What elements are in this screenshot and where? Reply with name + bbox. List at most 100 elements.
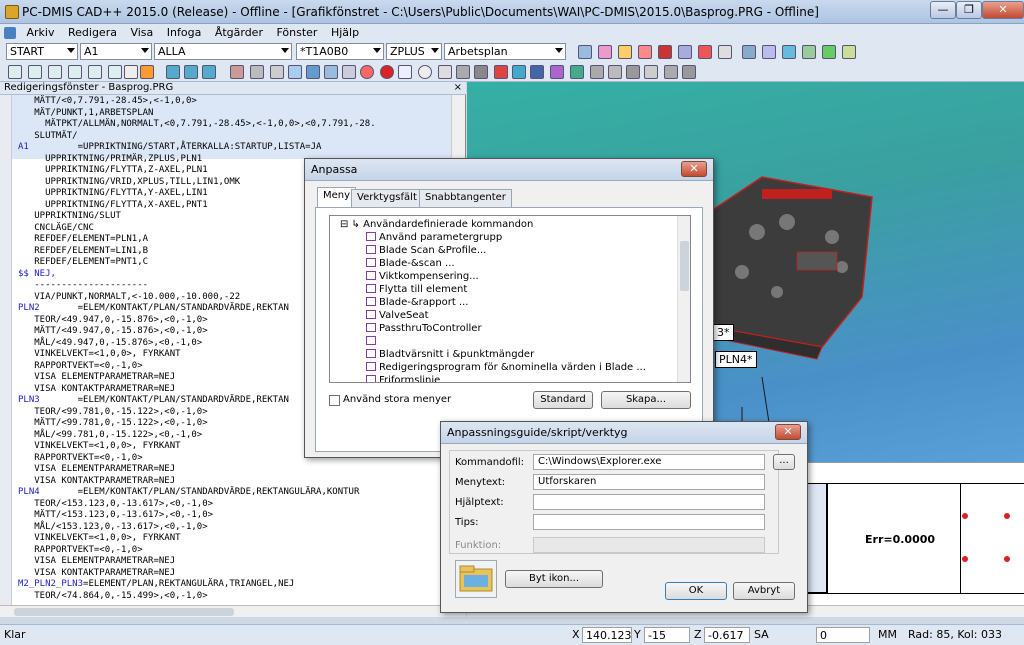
zoom-window-icon[interactable] [324, 65, 338, 79]
report-icon[interactable] [578, 45, 592, 59]
kommandofil-field[interactable]: C:\Windows\Explorer.exe [533, 454, 765, 470]
tool5-icon[interactable] [664, 65, 678, 79]
guide-close-button[interactable]: ✕ [775, 424, 801, 440]
tree-scrollbar[interactable] [677, 216, 690, 382]
tool3-icon[interactable] [626, 65, 640, 79]
menu-fonster[interactable]: Fönster [271, 24, 322, 41]
tree-item[interactable]: Bladtvärsnitt i &punktmängder [366, 349, 534, 360]
menu-hjalp[interactable]: Hjälp [326, 24, 364, 41]
tips-field[interactable] [533, 514, 765, 530]
view3-icon[interactable] [202, 65, 216, 79]
menytext-field[interactable]: Utforskaren [533, 474, 765, 490]
pan-icon[interactable] [438, 65, 452, 79]
layer3-icon[interactable] [550, 65, 564, 79]
pencil-icon[interactable] [456, 65, 470, 79]
tab-verktygsfalt[interactable]: Verktygsfält [351, 189, 423, 207]
restore-button[interactable]: ❐ [956, 1, 982, 19]
tool1-icon[interactable] [590, 65, 604, 79]
tree-item[interactable]: Använd parametergrupp [366, 232, 502, 243]
layout-icon[interactable] [802, 45, 816, 59]
change-icon-button[interactable]: Byt ikon... [505, 570, 603, 588]
menu-atgarder[interactable]: Åtgärder [210, 24, 268, 41]
app-menu-icon[interactable] [4, 27, 16, 39]
menu-arkiv[interactable]: Arkiv [22, 24, 60, 41]
tools-icon[interactable] [718, 45, 732, 59]
cube-bottom-icon[interactable] [108, 65, 122, 79]
solid-icon[interactable] [250, 65, 264, 79]
cube-left-icon[interactable] [48, 65, 62, 79]
fit-icon[interactable] [342, 65, 356, 79]
cube-front-icon[interactable] [8, 65, 22, 79]
wire-icon[interactable] [270, 65, 284, 79]
layer2-icon[interactable] [530, 65, 544, 79]
probe-icon[interactable] [638, 45, 652, 59]
tool6-icon[interactable] [682, 65, 696, 79]
layers-icon[interactable] [570, 65, 584, 79]
move-icon[interactable] [398, 65, 412, 79]
settings-icon[interactable] [698, 45, 712, 59]
target-icon[interactable] [360, 65, 374, 79]
editor-scroll-thumb[interactable] [14, 608, 234, 616]
graph-icon[interactable] [762, 45, 776, 59]
view2-icon[interactable] [184, 65, 198, 79]
large-menus-checkbox[interactable] [329, 395, 340, 406]
close-button[interactable]: ✕ [982, 1, 1024, 19]
tool4-icon[interactable] [644, 65, 658, 79]
start-combo[interactable]: START [6, 43, 78, 60]
table-icon[interactable] [618, 45, 632, 59]
record-icon[interactable] [380, 65, 394, 79]
browse-button[interactable]: ... [773, 454, 795, 470]
editor-close-icon[interactable]: × [454, 82, 462, 94]
anpassa-close-button[interactable]: ✕ [681, 161, 707, 177]
cube-iso-icon[interactable] [124, 65, 138, 79]
tree-item[interactable]: Blade Scan &Profile... [366, 245, 486, 256]
layer1-icon[interactable] [512, 65, 526, 79]
graphic-icon[interactable] [598, 45, 612, 59]
tree-item[interactable]: Flytta till element [366, 284, 467, 295]
probe-mode-icon[interactable] [140, 65, 154, 79]
tree-scroll-thumb[interactable] [680, 241, 689, 291]
tree-item[interactable]: PassthruToController [366, 323, 482, 334]
alignment-combo[interactable]: A1 [80, 43, 152, 60]
standard-button[interactable]: Standard [533, 391, 593, 409]
skapa-button[interactable]: Skapa... [601, 391, 691, 409]
tree-item[interactable]: Viktkompensering... [366, 271, 479, 282]
window-icon[interactable] [782, 45, 796, 59]
tool2-icon[interactable] [608, 65, 622, 79]
tree-item[interactable]: Blade-&scan ... [366, 258, 455, 269]
hjalptext-field[interactable] [533, 494, 765, 510]
ok-button[interactable]: OK [665, 582, 727, 600]
rotate-icon[interactable] [418, 65, 432, 79]
line-icon[interactable] [494, 65, 508, 79]
menu-infoga[interactable]: Infoga [162, 24, 207, 41]
tree-root[interactable]: ⊟ ↳ Användardefinierade kommandon [340, 219, 533, 230]
tree-item[interactable]: Blade-&rapport ... [366, 297, 468, 308]
cancel-button[interactable]: Avbryt [733, 582, 795, 600]
grid-icon[interactable] [822, 45, 836, 59]
network-icon[interactable] [742, 45, 756, 59]
tree-item[interactable] [366, 336, 379, 347]
minimize-button[interactable]: — [930, 1, 956, 19]
cube-top-icon[interactable] [88, 65, 102, 79]
folder-icon[interactable] [842, 45, 856, 59]
workplane-dir-combo[interactable]: ZPLUS [386, 43, 442, 60]
workplane-combo[interactable]: Arbetsplan [444, 43, 566, 60]
scale-icon[interactable] [288, 65, 302, 79]
program-mode-icon[interactable] [230, 65, 244, 79]
view1-icon[interactable] [166, 65, 180, 79]
flag-icon[interactable] [658, 45, 672, 59]
cube-back-icon[interactable] [28, 65, 42, 79]
tree-item[interactable]: ValveSeat [366, 310, 429, 321]
machine-icon[interactable] [678, 45, 692, 59]
tab-snabbtangenter[interactable]: Snabbtangenter [419, 189, 512, 207]
view-combo[interactable]: ALLA [154, 43, 292, 60]
probe-tip-combo[interactable]: *T1A0B0 [296, 43, 384, 60]
text-icon[interactable] [474, 65, 488, 79]
zoom-icon[interactable] [306, 65, 320, 79]
feature-label-1[interactable]: 3* [713, 324, 734, 341]
feature-label-pln4[interactable]: PLN4* [715, 351, 757, 368]
menu-tree[interactable]: ⊟ ↳ Användardefinierade kommandon Använd… [329, 215, 691, 383]
tree-item[interactable]: Redigeringsprogram för &nominella värden… [366, 362, 646, 373]
tree-item[interactable]: Friformslinje [366, 375, 440, 382]
editor-horizontal-scrollbar[interactable] [0, 605, 466, 617]
